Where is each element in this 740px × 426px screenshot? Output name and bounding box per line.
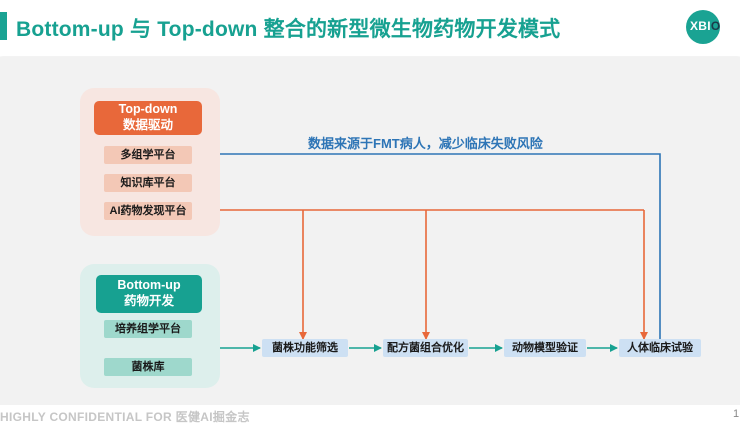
knowledge-base-platform-node: 知识库平台 [104,174,192,192]
human-clinical-trial-node: 人体临床试验 [619,339,701,357]
top-down-header: Top-down 数据驱动 [94,101,202,135]
strain-library-node: 菌株库 [104,358,192,376]
animal-model-validation-node: 动物模型验证 [504,339,586,357]
formula-optimization-node: 配方菌组合优化 [383,339,468,357]
strain-screening-node: 菌株功能筛选 [262,339,348,357]
bottom-up-header: Bottom-up 药物开发 [96,275,202,313]
multi-omics-platform-node: 多组学平台 [104,146,192,164]
feedback-label: 数据来源于FMT病人，减少临床失败风险 [308,136,543,151]
culturomics-platform-node: 培养组学平台 [104,320,192,338]
confidential-footer: HIGHLY CONFIDENTIAL FOR 医健AI掘金志 [0,410,250,424]
ai-drug-discovery-platform-node: AI药物发现平台 [104,202,192,220]
feedback-arrow [194,150,661,340]
page-number: 1 [733,408,740,420]
